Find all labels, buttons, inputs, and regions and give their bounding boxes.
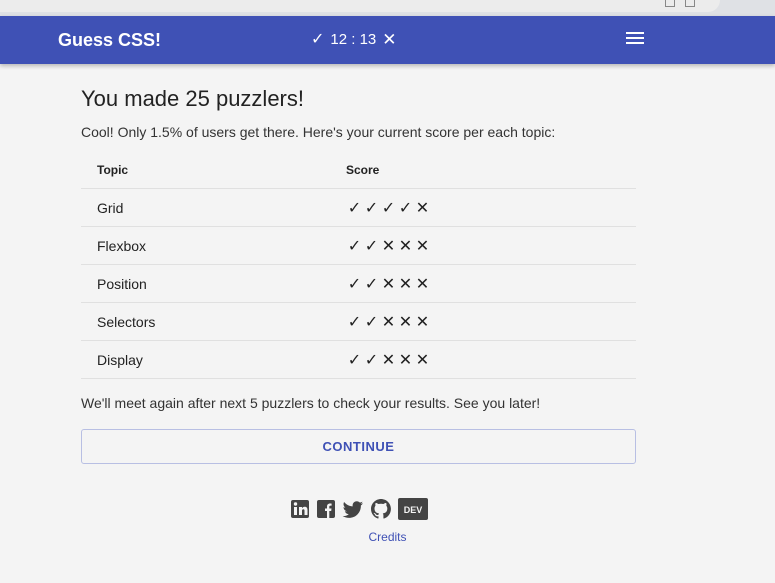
browser-window-controls	[665, 0, 695, 10]
menu-icon[interactable]	[626, 32, 644, 46]
score-cell: ✓ ✓ ✕ ✕ ✕	[346, 226, 636, 265]
score-cell: ✓ ✓ ✕ ✕ ✕	[346, 302, 636, 341]
close-icon: ✕	[398, 313, 413, 331]
score-timer: ✓ 12 : 13 ✕	[311, 16, 397, 64]
column-header-score: Score	[346, 152, 636, 189]
credits-link[interactable]: Credits	[0, 530, 775, 544]
close-icon: ✕	[381, 275, 396, 293]
score-cell: ✓ ✓ ✓ ✓ ✕	[346, 188, 636, 227]
check-icon: ✓	[364, 313, 379, 331]
topic-cell: Grid	[81, 188, 346, 227]
close-icon: ✕	[415, 199, 430, 217]
close-icon: ✕	[415, 237, 430, 255]
close-icon: ✕	[415, 351, 430, 369]
close-icon: ✕	[398, 275, 413, 293]
browser-chrome-strip	[0, 0, 775, 16]
table-row: Grid ✓ ✓ ✓ ✓ ✕	[81, 188, 636, 227]
close-icon: ✕	[398, 351, 413, 369]
social-links: DEV	[290, 498, 428, 520]
svg-text:DEV: DEV	[404, 505, 423, 515]
page-title: You made 25 puzzlers!	[81, 86, 304, 111]
close-icon: ✕	[382, 30, 397, 49]
timer-value: 12 : 13	[330, 31, 377, 48]
twitter-icon[interactable]	[342, 499, 364, 519]
score-table: Topic Score Grid ✓ ✓ ✓ ✓ ✕ Flexbox ✓ ✓ ✕ ✕ ✕ Positio…	[81, 152, 636, 379]
check-icon: ✓	[381, 199, 396, 217]
close-icon: ✕	[415, 275, 430, 293]
check-icon: ✓	[364, 351, 379, 369]
close-icon: ✕	[381, 313, 396, 331]
close-icon: ✕	[381, 237, 396, 255]
continue-button[interactable]: CONTINUE	[81, 429, 636, 464]
table-row: Display ✓ ✓ ✕ ✕ ✕	[81, 340, 636, 379]
check-icon: ✓	[347, 313, 362, 331]
check-icon: ✓	[398, 199, 413, 217]
column-header-topic: Topic	[81, 152, 346, 189]
results-subtitle: Cool! Only 1.5% of users get there. Here…	[81, 124, 556, 140]
check-icon: ✓	[347, 275, 362, 293]
check-icon: ✓	[311, 31, 325, 48]
score-table-body: Grid ✓ ✓ ✓ ✓ ✕ Flexbox ✓ ✓ ✕ ✕ ✕ Position ✓ ✓ ✕ ✕ ✕ Select…	[81, 188, 636, 379]
score-cell: ✓ ✓ ✕ ✕ ✕	[346, 340, 636, 379]
app-bar: Guess CSS! ✓ 12 : 13 ✕	[0, 16, 775, 64]
check-icon: ✓	[347, 199, 362, 217]
score-cell: ✓ ✓ ✕ ✕ ✕	[346, 264, 636, 303]
topic-cell: Selectors	[81, 302, 346, 341]
table-header-row: Topic Score	[81, 152, 636, 189]
topic-cell: Flexbox	[81, 226, 346, 265]
dev-icon[interactable]: DEV	[398, 498, 428, 520]
results-panel: You made 25 puzzlers! Cool! Only 1.5% of…	[81, 64, 636, 464]
close-icon: ✕	[381, 351, 396, 369]
check-icon: ✓	[347, 351, 362, 369]
browser-tab-strip	[0, 0, 720, 12]
topic-cell: Position	[81, 264, 346, 303]
topic-cell: Display	[81, 340, 346, 379]
close-icon: ✕	[398, 237, 413, 255]
results-note: We'll meet again after next 5 puzzlers t…	[81, 395, 541, 411]
app-title[interactable]: Guess CSS!	[58, 16, 161, 64]
close-icon: ✕	[415, 313, 430, 331]
table-row: Flexbox ✓ ✓ ✕ ✕ ✕	[81, 226, 636, 265]
check-icon: ✓	[364, 275, 379, 293]
check-icon: ✓	[347, 237, 362, 255]
table-row: Position ✓ ✓ ✕ ✕ ✕	[81, 264, 636, 303]
facebook-icon[interactable]	[316, 499, 336, 519]
github-icon[interactable]	[370, 498, 392, 520]
check-icon: ✓	[364, 237, 379, 255]
linkedin-icon[interactable]	[290, 499, 310, 519]
table-row: Selectors ✓ ✓ ✕ ✕ ✕	[81, 302, 636, 341]
check-icon: ✓	[364, 199, 379, 217]
